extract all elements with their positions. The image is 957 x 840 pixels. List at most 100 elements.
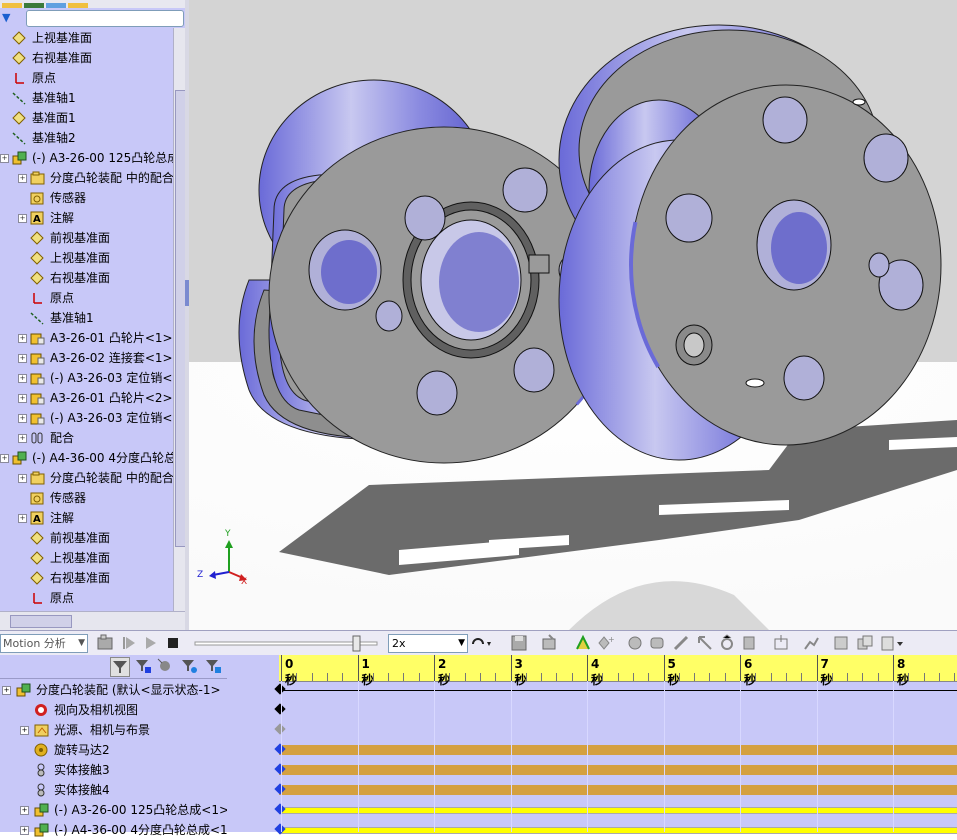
- tree-item[interactable]: + A3-26-02 连接套<1>: [0, 348, 173, 368]
- motion-tree-item[interactable]: 旋转马达2: [0, 740, 227, 760]
- study-type-select[interactable]: Motion 分析 ▼: [0, 634, 88, 653]
- timeline-track-bar[interactable]: [279, 745, 957, 755]
- filter-results-icon[interactable]: [180, 657, 198, 675]
- motor-icon[interactable]: [648, 634, 666, 652]
- expand-toggle[interactable]: +: [18, 214, 27, 223]
- expand-toggle[interactable]: +: [18, 514, 27, 523]
- add-key-icon[interactable]: +: [596, 634, 614, 652]
- expand-toggle[interactable]: +: [18, 334, 27, 343]
- gravity-icon[interactable]: [772, 634, 790, 652]
- expand-toggle[interactable]: +: [20, 726, 29, 735]
- tree-item[interactable]: + (-) A3-26-00 125凸轮总成: [0, 148, 179, 168]
- timeline-track-bar[interactable]: [279, 765, 957, 775]
- playback-speed-select[interactable]: 2x ▼: [388, 634, 468, 653]
- chevron-down-icon[interactable]: ▼: [458, 635, 465, 652]
- tree-item[interactable]: 右视基准面: [0, 268, 172, 288]
- tree-horizontal-scrollbar[interactable]: [0, 611, 185, 631]
- calculate-icon[interactable]: [96, 634, 114, 652]
- expand-toggle[interactable]: +: [18, 354, 27, 363]
- expand-toggle[interactable]: +: [18, 474, 27, 483]
- copy-study-icon[interactable]: [856, 634, 874, 652]
- tree-item[interactable]: + (-) A3-26-03 定位销<: [0, 368, 172, 388]
- motion-tree-item[interactable]: 实体接触3: [0, 760, 227, 780]
- expand-toggle[interactable]: +: [20, 806, 29, 815]
- force-icon[interactable]: [718, 634, 736, 652]
- expand-toggle[interactable]: +: [2, 686, 11, 695]
- expand-toggle[interactable]: +: [18, 394, 27, 403]
- save-animation-icon[interactable]: [510, 634, 528, 652]
- tree-item[interactable]: + A 注解: [0, 208, 172, 228]
- expand-toggle[interactable]: +: [0, 454, 9, 463]
- playback-mode-icon[interactable]: [470, 634, 494, 652]
- scrollbar-thumb[interactable]: [175, 90, 185, 547]
- filter-interference-icon[interactable]: [204, 657, 222, 675]
- expand-toggle[interactable]: +: [18, 414, 27, 423]
- stop-icon[interactable]: [164, 634, 182, 652]
- timeline-track-bar[interactable]: [279, 807, 957, 814]
- motion-tree-item[interactable]: + 光源、相机与布景: [0, 720, 227, 740]
- play-icon[interactable]: [142, 634, 160, 652]
- tree-item[interactable]: + A3-26-01 凸轮片<2>: [0, 388, 173, 408]
- motion-timeline[interactable]: 0 秒 1 秒 2 秒 3 秒 4 秒 5 秒 6 秒 7 秒 8 秒: [274, 655, 957, 835]
- tree-item[interactable]: 上视基准面: [0, 248, 172, 268]
- damper-icon[interactable]: [696, 634, 714, 652]
- tree-item[interactable]: 原点: [0, 588, 172, 608]
- time-tick-label: 7 秒: [820, 657, 833, 687]
- motion-tree-item[interactable]: + 分度凸轮装配 (默认<显示状态-1>: [0, 680, 227, 700]
- tree-item[interactable]: 前视基准面: [0, 228, 172, 248]
- results-and-plots-icon[interactable]: [626, 634, 644, 652]
- filter-icon[interactable]: ▼: [2, 11, 10, 24]
- autokey-icon[interactable]: [574, 634, 592, 652]
- tree-item[interactable]: 原点: [0, 68, 172, 88]
- tree-item[interactable]: 基准面1: [0, 108, 172, 128]
- paste-dropdown-icon[interactable]: [880, 634, 906, 652]
- tree-item[interactable]: + 分度凸轮装配 中的配合: [0, 468, 174, 488]
- tree-item[interactable]: 右视基准面: [0, 568, 172, 588]
- tree-item[interactable]: 基准轴2: [0, 128, 172, 148]
- tree-item[interactable]: 基准轴1: [0, 308, 172, 328]
- cad-model-render[interactable]: [189, 0, 957, 630]
- animation-wizard-icon[interactable]: [540, 634, 558, 652]
- playback-slider[interactable]: [193, 635, 383, 653]
- tree-item[interactable]: 上视基准面: [0, 548, 172, 568]
- tree-item[interactable]: + (-) A3-26-03 定位销<: [0, 408, 172, 428]
- assembly-icon: [12, 151, 27, 165]
- expand-toggle[interactable]: +: [18, 174, 27, 183]
- timeline-track-bar[interactable]: [279, 785, 957, 795]
- tree-item[interactable]: 上视基准面: [0, 28, 172, 48]
- tree-vertical-scrollbar[interactable]: [173, 28, 185, 611]
- results-plot-icon[interactable]: [802, 634, 820, 652]
- tree-item[interactable]: 前视基准面: [0, 528, 172, 548]
- play-from-start-icon[interactable]: [120, 634, 138, 652]
- time-ruler[interactable]: 0 秒 1 秒 2 秒 3 秒 4 秒 5 秒 6 秒 7 秒 8 秒: [279, 655, 957, 687]
- timeline-track-bar[interactable]: [279, 827, 957, 834]
- scrollbar-thumb[interactable]: [10, 615, 72, 628]
- motion-tree-item[interactable]: 视向及相机视图: [0, 700, 227, 720]
- tree-item[interactable]: + 配合: [0, 428, 172, 448]
- tree-item[interactable]: 传感器: [0, 488, 172, 508]
- tree-item[interactable]: + (-) A4-36-00 4分度凸轮总: [0, 448, 176, 468]
- tree-item[interactable]: 右视基准面: [0, 48, 172, 68]
- contact-icon[interactable]: [740, 634, 758, 652]
- tree-item[interactable]: 传感器: [0, 188, 172, 208]
- tree-filter-input[interactable]: [26, 10, 184, 27]
- expand-toggle[interactable]: +: [18, 434, 27, 443]
- tree-item[interactable]: + A3-26-01 凸轮片<1>: [0, 328, 173, 348]
- graphics-viewport[interactable]: Y Z X: [189, 0, 957, 630]
- expand-toggle[interactable]: +: [20, 826, 29, 835]
- tree-item[interactable]: + 分度凸轮装配 中的配合: [0, 168, 174, 188]
- expand-toggle[interactable]: +: [18, 374, 27, 383]
- motion-tree-item[interactable]: 实体接触4: [0, 780, 227, 800]
- filter-driving-icon[interactable]: [134, 657, 152, 675]
- chevron-down-icon[interactable]: ▼: [78, 635, 85, 652]
- tree-item[interactable]: + A 注解: [0, 508, 172, 528]
- tree-item[interactable]: 原点: [0, 288, 172, 308]
- filter-selected-icon[interactable]: [156, 657, 174, 675]
- expand-toggle[interactable]: +: [0, 154, 9, 163]
- motion-tree-item[interactable]: + (-) A3-26-00 125凸轮总成<1>: [0, 800, 229, 820]
- motion-tree-item[interactable]: + (-) A4-36-00 4分度凸轮总成<1: [0, 820, 228, 840]
- motion-study-properties-icon[interactable]: [832, 634, 850, 652]
- tree-item[interactable]: 基准轴1: [0, 88, 172, 108]
- spring-icon[interactable]: [672, 634, 690, 652]
- filter-animated-icon[interactable]: [110, 657, 130, 677]
